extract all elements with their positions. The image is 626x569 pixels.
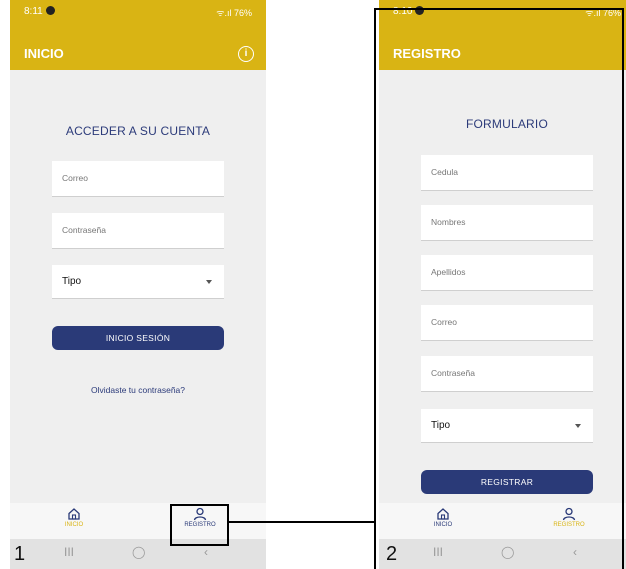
type-select-value: Tipo [431,420,451,431]
apellidos-field[interactable]: Apellidos [421,255,593,291]
recent-apps-button[interactable]: III [433,545,443,559]
status-signal: ᯤ.ıl 76% [216,8,252,18]
info-icon[interactable]: i [238,46,254,62]
email-placeholder: Correo [62,173,88,183]
home-icon [437,508,449,520]
caret-down-icon [575,424,581,428]
recent-apps-button[interactable]: III [64,545,74,559]
login-button[interactable]: INICIO SESIÓN [52,326,224,350]
form-heading: FORMULARIO [465,117,548,131]
nombres-placeholder: Nombres [431,217,466,227]
connector-line [229,521,376,523]
forgot-password-link[interactable]: Olvidaste tu contraseña? [10,385,266,395]
page-title: REGISTRO [393,46,461,61]
system-nav: III ◯ ‹ [379,539,626,569]
status-bar: 8:10 ᯤ.ıl 76% [379,0,626,40]
user-icon [562,507,576,521]
status-time: 8:11 [24,6,43,17]
status-signal: ᯤ.ıl 76% [585,8,621,18]
back-button[interactable]: ‹ [204,545,208,559]
apellidos-placeholder: Apellidos [431,267,466,277]
screen-number-1: 1 [14,543,26,565]
login-screen: 8:11 ᯤ.ıl 76% INICIO i ACCEDER A SU CUEN… [10,0,266,569]
status-time: 8:10 [393,6,413,17]
cedula-placeholder: Cedula [431,167,458,177]
nav-label-inicio: INICIO [433,522,453,528]
type-select-value: Tipo [62,276,82,287]
home-system-button[interactable]: ◯ [501,545,514,559]
page-title: INICIO [24,46,64,61]
registro-highlight-box [170,504,229,546]
notification-icon [415,6,425,15]
password-field[interactable]: Contraseña [52,213,224,249]
nav-label-registro: REGISTRO [553,522,585,528]
bottom-nav: INICIO REGISTRO [379,503,626,539]
login-heading: ACCEDER A SU CUENTA [65,124,211,138]
nombres-field[interactable]: Nombres [421,205,593,241]
password-field[interactable]: Contraseña [421,356,593,392]
email-field[interactable]: Correo [421,305,593,341]
nav-item-inicio[interactable]: INICIO [413,507,473,528]
nav-item-registro[interactable]: REGISTRO [539,507,599,528]
register-button[interactable]: REGISTRAR [421,470,593,494]
email-field[interactable]: Correo [52,161,224,197]
back-button[interactable]: ‹ [573,545,577,559]
home-icon [68,508,80,520]
type-select[interactable]: Tipo [421,409,593,443]
home-system-button[interactable]: ◯ [132,545,145,559]
cedula-field[interactable]: Cedula [421,155,593,191]
screen-number-2: 2 [386,543,398,565]
nav-item-inicio[interactable]: INICIO [44,507,104,528]
status-bar: 8:11 ᯤ.ıl 76% [10,0,266,40]
password-placeholder: Contraseña [431,368,475,378]
type-select[interactable]: Tipo [52,265,224,299]
app-bar: INICIO i [10,40,266,70]
password-placeholder: Contraseña [62,225,106,235]
nav-label-inicio: INICIO [64,522,84,528]
email-placeholder: Correo [431,317,457,327]
app-bar: REGISTRO [379,40,626,70]
register-screen: 8:10 ᯤ.ıl 76% REGISTRO FORMULARIO Cedula… [379,0,626,569]
notification-icon [45,6,55,15]
caret-down-icon [206,280,212,284]
